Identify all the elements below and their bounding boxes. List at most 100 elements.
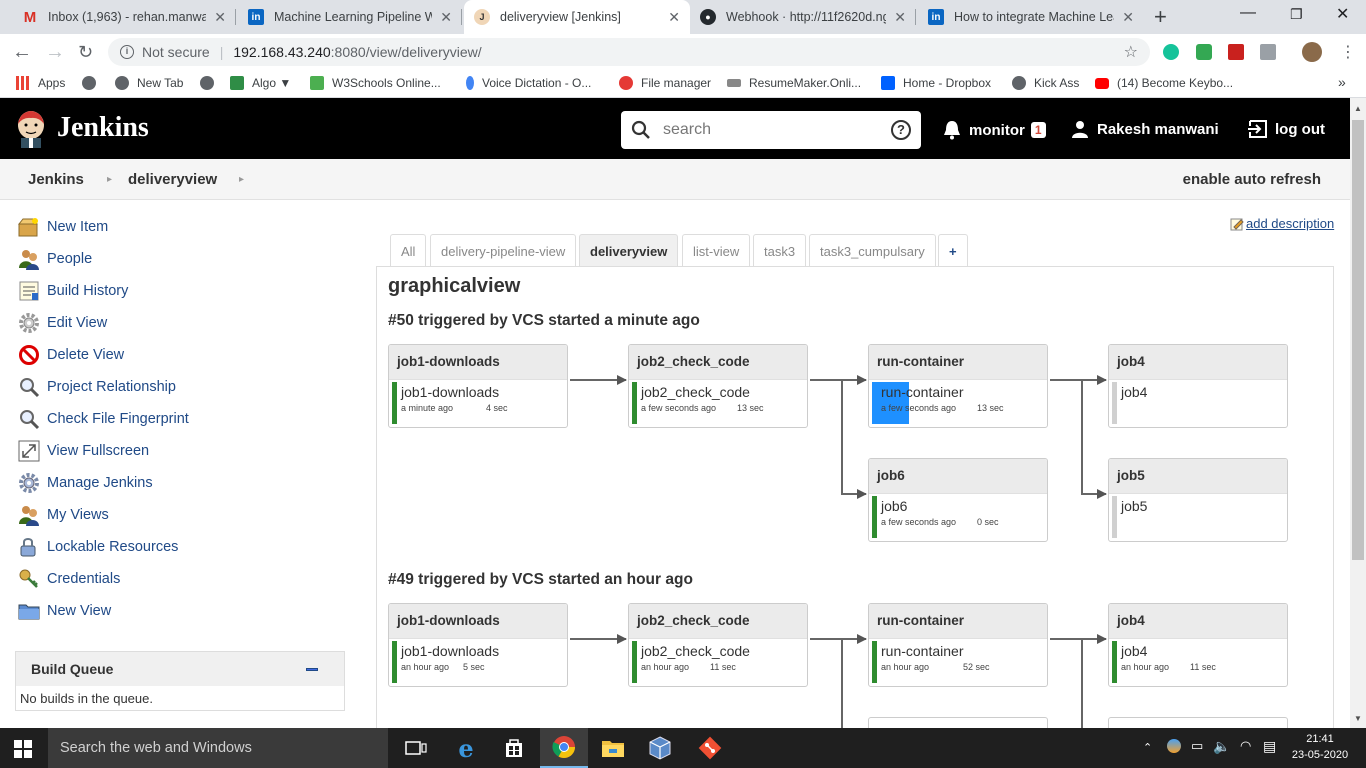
- sidebar-item-lockable-resources[interactable]: Lockable Resources: [18, 536, 178, 558]
- bookmark-resumemaker[interactable]: ResumeMaker.Onli...: [727, 76, 861, 90]
- task-view-icon[interactable]: [392, 728, 440, 768]
- page-scrollbar[interactable]: ▲ ▼: [1350, 98, 1366, 728]
- stage-header[interactable]: run-container: [869, 604, 1047, 639]
- bookmark-file-manager[interactable]: File manager: [619, 76, 711, 90]
- back-button[interactable]: ←: [12, 41, 32, 64]
- scrollbar-thumb[interactable]: [1352, 120, 1364, 560]
- stage-task[interactable]: job5: [1109, 494, 1287, 541]
- restore-button[interactable]: ❐: [1290, 6, 1303, 23]
- volume-icon[interactable]: 🔈: [1213, 738, 1230, 755]
- logout-button[interactable]: log out: [1248, 120, 1325, 138]
- breadcrumb-jenkins[interactable]: Jenkins: [28, 171, 84, 188]
- sidebar-item-edit-view[interactable]: Edit View: [18, 312, 107, 334]
- browser-menu-icon[interactable]: ⋮: [1340, 42, 1356, 62]
- enable-auto-refresh-link[interactable]: enable auto refresh: [1183, 171, 1321, 188]
- collapse-icon[interactable]: [306, 668, 318, 671]
- profile-avatar[interactable]: [1302, 42, 1322, 62]
- stage-header[interactable]: job2_check_code: [629, 604, 807, 639]
- stage-header[interactable]: job2_check_code: [629, 345, 807, 380]
- stage-card[interactable]: job6 job6 a few seconds ago 0 sec: [868, 458, 1048, 542]
- grammarly-icon[interactable]: [1163, 44, 1179, 60]
- edge-icon[interactable]: e: [442, 728, 490, 768]
- user-menu[interactable]: Rakesh manwani: [1071, 120, 1219, 138]
- stage-task[interactable]: job1-downloads a minute ago 4 sec: [389, 380, 567, 427]
- scroll-down-icon[interactable]: ▼: [1354, 714, 1362, 723]
- notifications-icon[interactable]: ▤: [1263, 738, 1276, 755]
- search-box[interactable]: search ?: [621, 111, 921, 149]
- jenkins-logo-icon[interactable]: [15, 110, 47, 148]
- sidebar-item-people[interactable]: People: [18, 248, 92, 270]
- stage-task[interactable]: job4: [1109, 380, 1287, 427]
- store-icon[interactable]: [490, 728, 538, 768]
- battery-icon[interactable]: ▭: [1191, 738, 1203, 754]
- bookmark-youtube[interactable]: (14) Become Keybo...: [1095, 76, 1233, 90]
- breadcrumb-deliveryview[interactable]: deliveryview: [128, 171, 217, 188]
- sidebar-item-manage-jenkins[interactable]: Manage Jenkins: [18, 472, 153, 494]
- stage-task[interactable]: run-container an hour ago 52 sec: [869, 639, 1047, 686]
- bookmark-w3schools[interactable]: W3Schools Online...: [310, 76, 441, 90]
- windows-start-icon[interactable]: [14, 740, 32, 758]
- chrome-icon[interactable]: [540, 728, 588, 768]
- bookmark-new-tab[interactable]: New Tab: [115, 76, 183, 90]
- sidebar-item-delete-view[interactable]: Delete View: [18, 344, 124, 366]
- stage-card-partial[interactable]: [1108, 717, 1288, 728]
- sidebar-item-build-history[interactable]: Build History: [18, 280, 128, 302]
- close-tab-icon[interactable]: ✕: [894, 9, 906, 26]
- sidebar-item-view-fullscreen[interactable]: View Fullscreen: [18, 440, 149, 462]
- stage-header[interactable]: job4: [1109, 604, 1287, 639]
- search-input[interactable]: search: [663, 121, 891, 139]
- browser-tab-linkedin-2[interactable]: in How to integrate Machine Lear ✕: [918, 0, 1144, 34]
- close-tab-icon[interactable]: ✕: [214, 9, 226, 26]
- stage-task[interactable]: run-container a few seconds ago 13 sec: [869, 380, 1047, 427]
- stage-task[interactable]: job4 an hour ago 11 sec: [1109, 639, 1287, 686]
- cube-extension-icon[interactable]: [1260, 44, 1276, 60]
- stage-header[interactable]: job4: [1109, 345, 1287, 380]
- add-view-tab[interactable]: +: [938, 234, 968, 267]
- pdf-extension-icon[interactable]: [1228, 44, 1244, 60]
- bookmark-globe[interactable]: [82, 76, 104, 90]
- tab-list-view[interactable]: list-view: [682, 234, 751, 267]
- show-hidden-icons-icon[interactable]: ⌃: [1143, 741, 1152, 754]
- info-icon[interactable]: i: [120, 45, 134, 59]
- sidebar-item-check-file-fingerprint[interactable]: Check File Fingerprint: [18, 408, 189, 430]
- stage-task[interactable]: job1-downloads an hour ago 5 sec: [389, 639, 567, 686]
- virtualbox-icon[interactable]: [636, 728, 684, 768]
- add-description-link[interactable]: add description: [1230, 216, 1334, 231]
- close-window-button[interactable]: ✕: [1336, 4, 1349, 24]
- stage-card[interactable]: job2_check_code job2_check_code an hour …: [628, 603, 808, 687]
- stage-card[interactable]: job1-downloads job1-downloads a minute a…: [388, 344, 568, 428]
- stage-card[interactable]: run-container run-container an hour ago 5…: [868, 603, 1048, 687]
- jenkins-title[interactable]: Jenkins: [57, 112, 149, 144]
- chevron-right-icon[interactable]: ▸: [239, 174, 244, 185]
- monitor-button[interactable]: monitor 1: [943, 120, 1046, 140]
- bookmark-star-icon[interactable]: ☆: [1124, 42, 1138, 62]
- reload-button[interactable]: ↻: [78, 42, 93, 63]
- bookmark-globe-2[interactable]: [200, 76, 222, 90]
- stage-header[interactable]: job5: [1109, 459, 1287, 494]
- stage-task[interactable]: job2_check_code an hour ago 11 sec: [629, 639, 807, 686]
- stage-card[interactable]: job4 job4: [1108, 344, 1288, 428]
- stage-card[interactable]: job5 job5: [1108, 458, 1288, 542]
- git-icon[interactable]: [686, 728, 734, 768]
- wifi-icon[interactable]: ◠: [1240, 738, 1251, 754]
- browser-tab-github[interactable]: ● Webhook · http://11f2620d.ngr ✕: [690, 0, 916, 34]
- sidebar-item-my-views[interactable]: My Views: [18, 504, 109, 526]
- stage-card[interactable]: job2_check_code job2_check_code a few se…: [628, 344, 808, 428]
- tab-all[interactable]: All: [390, 234, 427, 267]
- address-bar[interactable]: i Not secure | 192.168.43.240 :8080/view…: [108, 38, 1150, 66]
- shield-extension-icon[interactable]: [1196, 44, 1212, 60]
- browser-tab-gmail[interactable]: M Inbox (1,963) - rehan.manwani ✕: [12, 0, 236, 34]
- stage-header[interactable]: run-container: [869, 345, 1047, 380]
- stage-header[interactable]: job6: [869, 459, 1047, 494]
- close-tab-icon[interactable]: ✕: [440, 9, 452, 26]
- new-tab-button[interactable]: +: [1154, 4, 1167, 30]
- bookmark-voice-dictation[interactable]: Voice Dictation - O...: [466, 76, 591, 90]
- tab-delivery-pipeline-view[interactable]: delivery-pipeline-view: [430, 234, 577, 267]
- bookmark-algo[interactable]: Algo ▼: [230, 76, 291, 90]
- sidebar-item-new-item[interactable]: New Item: [18, 216, 108, 238]
- bookmark-kick-ass[interactable]: Kick Ass: [1012, 76, 1079, 90]
- bookmarks-overflow-button[interactable]: »: [1338, 74, 1346, 90]
- bookmark-apps[interactable]: Apps: [16, 76, 65, 90]
- close-tab-icon[interactable]: ✕: [1122, 9, 1134, 26]
- taskbar-search-input[interactable]: Search the web and Windows: [48, 728, 388, 768]
